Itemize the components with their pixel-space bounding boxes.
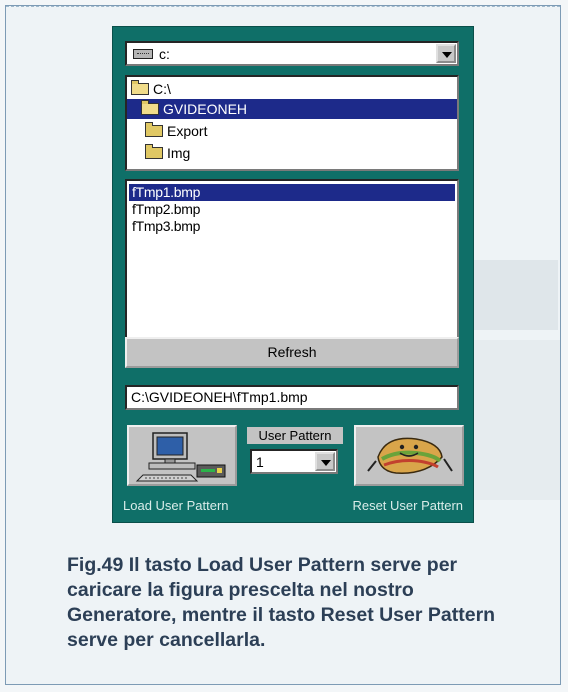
- refresh-button[interactable]: Refresh: [125, 337, 459, 368]
- drive-icon: [133, 49, 153, 59]
- selected-path-field[interactable]: C:\GVIDEONEH\fTmp1.bmp: [125, 385, 459, 410]
- chevron-down-icon[interactable]: [436, 44, 456, 63]
- chevron-down-icon[interactable]: [315, 452, 335, 471]
- file-item[interactable]: fTmp3.bmp: [129, 218, 455, 235]
- folder-icon: [145, 144, 163, 159]
- background-text-block: [468, 260, 558, 330]
- sandwich-icon: [367, 437, 453, 474]
- user-pattern-dialog: c: C:\ GVIDEONEH Export Img fTmp1.bmp fT…: [112, 26, 474, 523]
- file-item[interactable]: fTmp2.bmp: [129, 201, 455, 218]
- load-user-pattern-button[interactable]: [127, 425, 237, 486]
- open-folder-icon: [131, 80, 149, 95]
- drive-select[interactable]: c:: [125, 41, 459, 66]
- folder-icon: [145, 122, 163, 137]
- drive-label: c:: [159, 46, 170, 62]
- directory-item-img[interactable]: Img: [145, 143, 190, 163]
- reset-user-pattern-caption: Reset User Pattern: [352, 498, 463, 513]
- directory-label: Img: [167, 145, 191, 161]
- directory-list[interactable]: C:\ GVIDEONEH Export Img: [125, 75, 459, 171]
- load-user-pattern-caption: Load User Pattern: [123, 498, 229, 513]
- reset-user-pattern-button[interactable]: [354, 425, 464, 486]
- directory-label: C:\: [153, 81, 171, 97]
- background-text-block-2: [465, 340, 560, 500]
- user-pattern-value: 1: [256, 454, 264, 470]
- directory-label: Export: [167, 123, 208, 139]
- computer-icon: [135, 432, 226, 482]
- directory-item-root[interactable]: C:\: [131, 79, 171, 99]
- user-pattern-select[interactable]: 1: [250, 449, 338, 474]
- open-folder-icon: [141, 100, 159, 115]
- file-list[interactable]: fTmp1.bmp fTmp2.bmp fTmp3.bmp: [125, 179, 459, 353]
- figure-caption: Fig.49 Il tasto Load User Pattern serve …: [67, 554, 496, 651]
- directory-item-export[interactable]: Export: [145, 121, 207, 141]
- directory-label: GVIDEONEH: [163, 101, 248, 117]
- user-pattern-label: User Pattern: [247, 427, 343, 444]
- file-item[interactable]: fTmp1.bmp: [129, 184, 455, 201]
- directory-item-gvideoneh[interactable]: GVIDEONEH: [127, 99, 457, 119]
